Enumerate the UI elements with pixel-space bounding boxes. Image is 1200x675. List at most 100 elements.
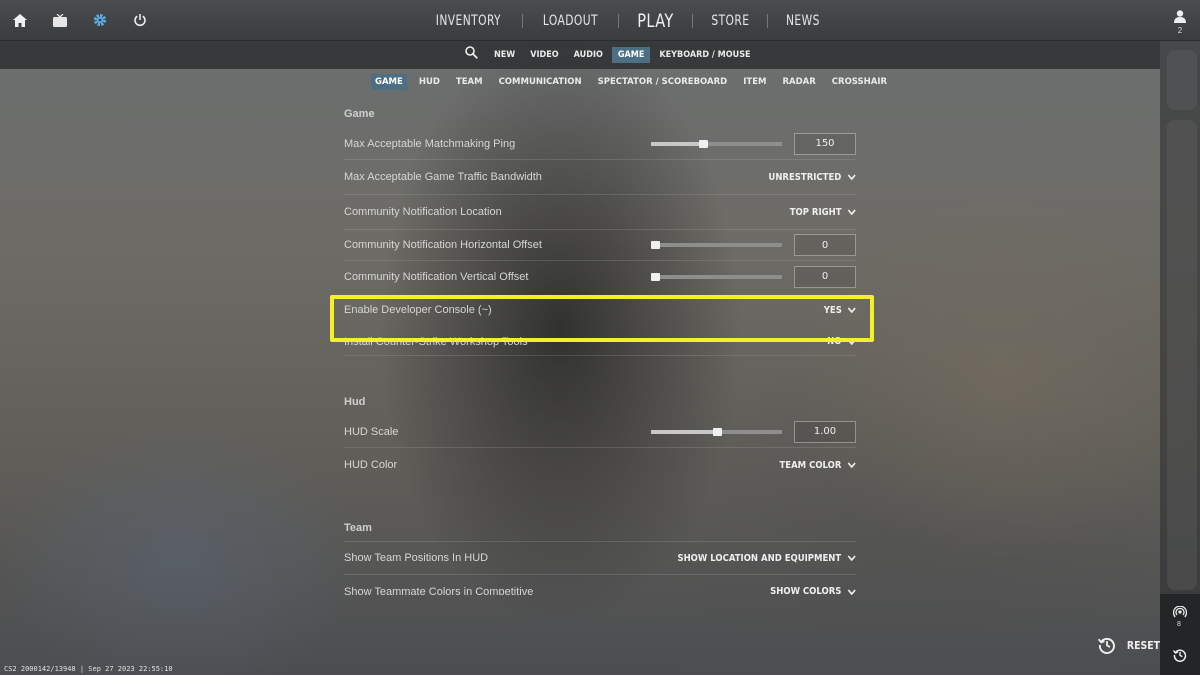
nav-divider: [617, 13, 619, 28]
sidebar-slot[interactable]: [1167, 50, 1197, 110]
nav-play[interactable]: PLAY: [624, 10, 686, 32]
reset-label: RESET: [1126, 638, 1161, 652]
chevron-down-icon: [847, 338, 856, 345]
chevron-down-icon: [847, 555, 856, 562]
setting-label: Enable Developer Console (~): [344, 304, 492, 316]
slider-handle[interactable]: [699, 139, 709, 148]
subtab-spectator-scoreboard[interactable]: SPECTATOR / SCOREBOARD: [594, 74, 732, 90]
setting-label: HUD Color: [344, 459, 398, 471]
clipped-row-container: Show Teammate Colors in Competitive SHOW…: [344, 575, 856, 595]
setting-row-notification-location[interactable]: Community Notification Location TOP RIGH…: [344, 195, 856, 230]
setting-label: Install Counter-Strike Workshop Tools: [344, 335, 528, 348]
power-icon[interactable]: [130, 9, 150, 31]
setting-label: Show Team Positions In HUD: [344, 552, 489, 564]
slider-control: 0: [651, 265, 856, 288]
setting-row-team-positions[interactable]: Show Team Positions In HUD SHOW LOCATION…: [344, 542, 856, 575]
chevron-down-icon: [847, 462, 856, 469]
subtab-hud[interactable]: HUD: [415, 74, 444, 90]
setting-row-notification-vertical-offset[interactable]: Community Notification Vertical Offset 0: [344, 261, 856, 292]
bandwidth-dropdown[interactable]: UNRESTRICTED: [769, 172, 856, 183]
setting-row-notification-horizontal-offset[interactable]: Community Notification Horizontal Offset…: [344, 230, 856, 261]
game-subtabs: GAME HUD TEAM COMMUNICATION SPECTATOR / …: [371, 74, 899, 90]
subtab-game[interactable]: GAME: [371, 74, 407, 90]
subtab-crosshair[interactable]: CROSSHAIR: [828, 74, 891, 90]
profile-button[interactable]: 2: [1170, 10, 1190, 36]
nav-loadout[interactable]: LOADOUT: [530, 13, 611, 29]
setting-row-hud-scale[interactable]: HUD Scale 1.00: [344, 416, 856, 448]
dropdown-value: UNRESTRICTED: [768, 171, 842, 183]
setting-label: Community Notification Location: [344, 206, 502, 218]
settings-tab-bar: NEW VIDEO AUDIO GAME KEYBOARD / MOUSE: [0, 41, 1160, 69]
top-bar: INVENTORY LOADOUT PLAY STORE NEWS 2: [0, 0, 1200, 41]
gear-icon[interactable]: [90, 9, 110, 31]
main-nav: INVENTORY LOADOUT PLAY STORE NEWS: [415, 0, 838, 41]
slider-control: 1.00: [651, 420, 856, 443]
nav-inventory[interactable]: INVENTORY: [423, 13, 514, 29]
section-title-game: Game: [344, 108, 375, 120]
build-version-text: CS2 2000142/13948 | Sep 27 2023 22:55:10: [4, 665, 173, 673]
subtab-radar[interactable]: RADAR: [778, 74, 819, 90]
dropdown-value: YES: [823, 304, 842, 316]
tab-keyboard-mouse[interactable]: KEYBOARD / MOUSE: [653, 47, 756, 63]
vertical-offset-slider[interactable]: [651, 272, 782, 281]
nav-divider: [521, 13, 523, 28]
subtab-team[interactable]: TEAM: [452, 74, 487, 90]
dropdown-value: TOP RIGHT: [789, 206, 842, 218]
subtab-communication[interactable]: COMMUNICATION: [495, 74, 586, 90]
reset-button[interactable]: RESET: [1098, 636, 1163, 654]
developer-console-dropdown[interactable]: YES: [823, 305, 856, 316]
history-icon[interactable]: [1170, 645, 1190, 665]
dropdown-value: SHOW LOCATION AND EQUIPMENT: [677, 552, 842, 564]
slider-handle[interactable]: [712, 427, 722, 436]
workshop-tools-dropdown[interactable]: NO: [827, 336, 856, 347]
setting-row-workshop-tools[interactable]: Install Counter-Strike Workshop Tools NO: [344, 328, 856, 356]
broadcast-icon[interactable]: [1170, 603, 1190, 623]
hud-color-dropdown[interactable]: TEAM COLOR: [780, 460, 856, 471]
tab-game[interactable]: GAME: [611, 47, 651, 63]
top-left-icons: [10, 9, 150, 31]
notification-location-dropdown[interactable]: TOP RIGHT: [790, 207, 856, 218]
teammate-colors-dropdown[interactable]: SHOW COLORS: [770, 586, 856, 595]
setting-label: Max Acceptable Matchmaking Ping: [344, 137, 516, 150]
setting-row-traffic-bandwidth[interactable]: Max Acceptable Game Traffic Bandwidth UN…: [344, 160, 856, 195]
horizontal-offset-slider[interactable]: [651, 241, 782, 249]
setting-row-matchmaking-ping[interactable]: Max Acceptable Matchmaking Ping 150: [344, 128, 856, 160]
dropdown-value: NO: [827, 336, 842, 347]
search-icon[interactable]: [465, 46, 478, 64]
tab-video[interactable]: VIDEO: [524, 47, 564, 63]
dropdown-value: TEAM COLOR: [779, 459, 842, 471]
setting-label: Community Notification Horizontal Offset: [344, 239, 542, 251]
slider-control: 0: [651, 234, 856, 256]
friends-panel[interactable]: [1167, 120, 1197, 590]
hud-scale-field[interactable]: 1.00: [794, 420, 856, 443]
subtab-item[interactable]: ITEM: [739, 74, 770, 90]
chevron-down-icon: [847, 588, 856, 595]
vertical-offset-field[interactable]: 0: [794, 265, 856, 288]
nav-news[interactable]: NEWS: [774, 13, 833, 29]
setting-row-hud-color[interactable]: HUD Color TEAM COLOR: [344, 448, 856, 482]
tab-new[interactable]: NEW: [488, 47, 521, 63]
slider-fill: [651, 429, 717, 434]
hud-scale-slider[interactable]: [651, 427, 782, 436]
user-icon: [1174, 10, 1186, 23]
ping-slider[interactable]: [651, 139, 782, 148]
nav-divider: [691, 13, 693, 28]
setting-row-teammate-colors[interactable]: Show Teammate Colors in Competitive SHOW…: [344, 575, 856, 595]
tab-audio[interactable]: AUDIO: [568, 47, 609, 63]
team-positions-dropdown[interactable]: SHOW LOCATION AND EQUIPMENT: [678, 553, 856, 564]
broadcast-count: 8: [1177, 621, 1181, 628]
slider-handle[interactable]: [651, 272, 660, 281]
section-title-team: Team: [344, 522, 856, 542]
ping-value-field[interactable]: 150: [794, 132, 856, 155]
nav-store[interactable]: STORE: [698, 13, 762, 29]
home-icon[interactable]: [10, 9, 30, 31]
horizontal-offset-field[interactable]: 0: [794, 234, 856, 256]
chevron-down-icon: [847, 307, 856, 314]
setting-row-developer-console[interactable]: Enable Developer Console (~) YES: [344, 292, 856, 328]
slider-control: 150: [651, 132, 856, 155]
slider-handle[interactable]: [651, 241, 660, 249]
setting-label: Show Teammate Colors in Competitive: [344, 585, 534, 596]
tv-icon[interactable]: [50, 9, 70, 31]
